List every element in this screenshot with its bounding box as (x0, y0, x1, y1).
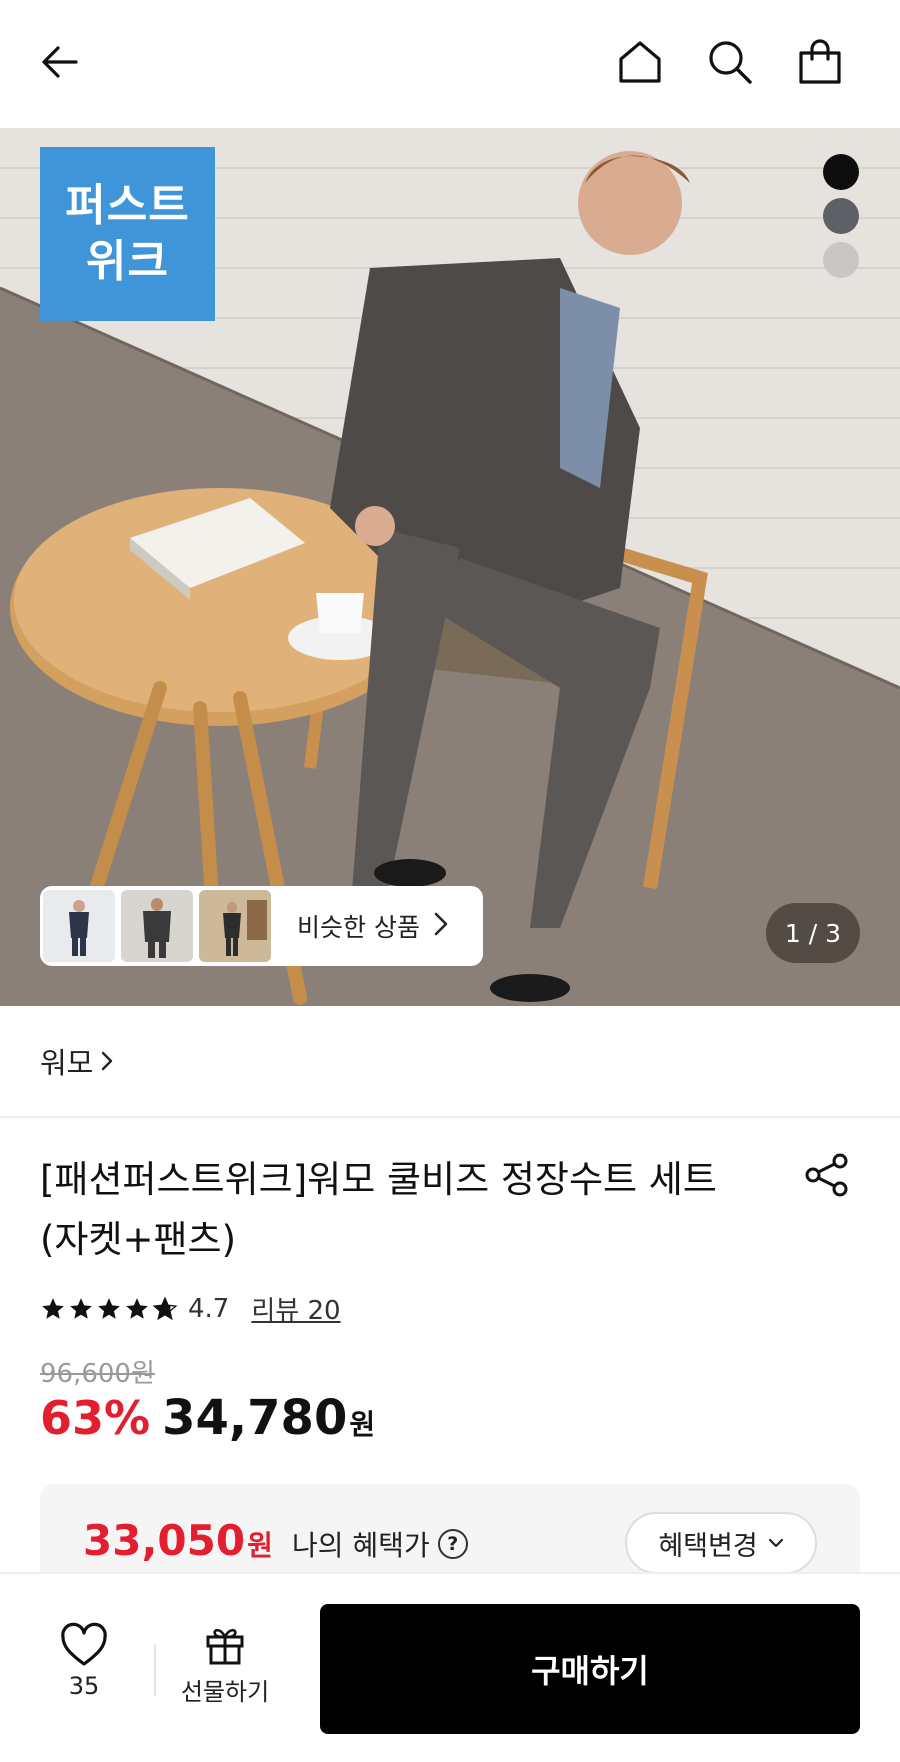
similar-products-button[interactable]: 비슷한 상품 (40, 886, 483, 966)
rating-row: 4.7 리뷰 20 (40, 1290, 341, 1327)
original-price: 96,600원 (40, 1359, 155, 1389)
similar-thumbnail (199, 890, 271, 962)
product-title: [패션퍼스트위크]워모 쿨비즈 정장수트 세트 (자켓+팬츠) (40, 1158, 717, 1261)
benefit-change-label: 혜택변경 (658, 1530, 758, 1562)
benefit-price: 33,050 원 (83, 1516, 273, 1565)
gift-button[interactable]: 선물하기 (170, 1624, 280, 1707)
brand-link[interactable]: 워모 (40, 1040, 113, 1082)
color-swatch-black[interactable] (823, 154, 859, 190)
similar-products-label: 비슷한 상품 (297, 913, 420, 942)
similar-thumbnail (121, 890, 193, 962)
share-icon[interactable] (800, 1148, 854, 1202)
currency-unit: 원 (349, 1408, 376, 1441)
top-navigation-bar (0, 0, 900, 128)
section-divider (0, 1116, 900, 1118)
color-swatch-charcoal[interactable] (823, 198, 859, 234)
search-icon[interactable] (698, 30, 762, 94)
home-icon[interactable] (608, 30, 672, 94)
star-rating (40, 1296, 180, 1322)
bottom-action-bar: 35 선물하기 구매하기 (0, 1572, 900, 1762)
rating-score: 4.7 (188, 1293, 230, 1324)
benefit-label-row: 나의 혜택가 ? (292, 1524, 468, 1564)
badge-line-1: 퍼스트 (65, 180, 190, 231)
star-icon (70, 1297, 92, 1319)
star-icon (98, 1297, 120, 1319)
chevron-right-icon (434, 912, 448, 940)
shopping-bag-icon[interactable] (788, 30, 852, 94)
like-count: 35 (68, 1672, 100, 1700)
star-half-icon (152, 1296, 178, 1320)
star-icon (126, 1297, 148, 1319)
discount-rate: 63% (40, 1391, 151, 1445)
like-button[interactable]: 35 (48, 1622, 120, 1700)
color-swatches (823, 154, 863, 286)
benefit-price-value: 33,050 (83, 1516, 246, 1565)
benefit-currency: 원 (247, 1529, 273, 1562)
gift-label: 선물하기 (180, 1678, 270, 1706)
gift-icon (206, 1628, 244, 1665)
price-row: 63% 34,780 원 (40, 1390, 375, 1446)
color-swatch-light-gray[interactable] (823, 242, 859, 278)
product-image-carousel[interactable]: 퍼스트 위크 비슷한 상품 1 / 3 (0, 128, 900, 1006)
similar-thumbnail (43, 890, 115, 962)
image-counter: 1 / 3 (766, 903, 860, 963)
badge-line-2: 위크 (86, 236, 169, 287)
back-arrow-icon[interactable] (28, 30, 92, 94)
buy-button[interactable]: 구매하기 (320, 1604, 860, 1734)
bottom-divider (154, 1644, 156, 1696)
first-week-badge: 퍼스트 위크 (40, 147, 215, 321)
heart-icon (61, 1622, 107, 1666)
brand-name: 워모 (40, 1046, 94, 1080)
benefit-change-button[interactable]: 혜택변경 (625, 1512, 817, 1574)
review-link[interactable]: 리뷰 20 (251, 1290, 340, 1327)
star-icon (42, 1297, 64, 1319)
chevron-right-icon (101, 1044, 113, 1078)
help-question-icon[interactable]: ? (437, 1529, 468, 1559)
sale-price: 34,780 (162, 1390, 348, 1446)
chevron-down-icon (768, 1538, 783, 1548)
benefit-label: 나의 혜택가 (292, 1529, 430, 1562)
